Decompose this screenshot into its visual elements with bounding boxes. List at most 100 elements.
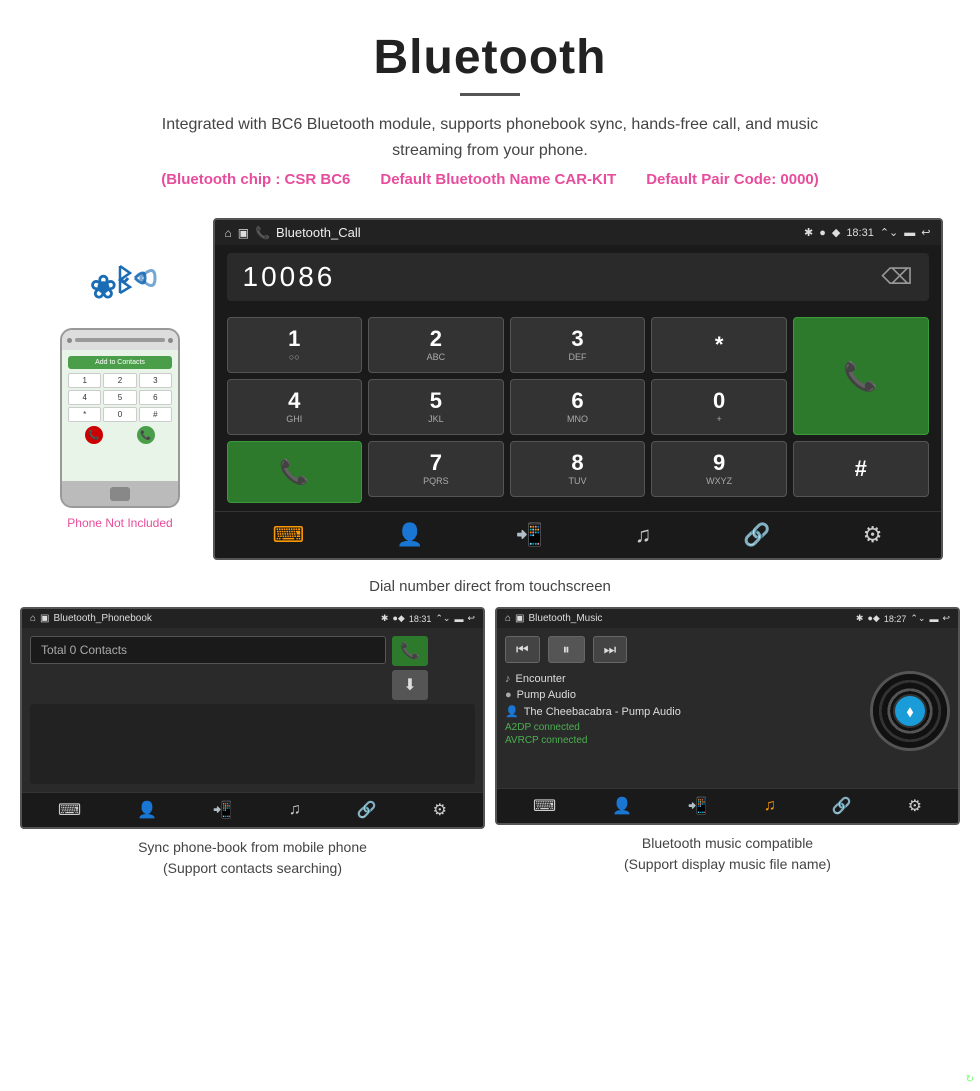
link-icon[interactable]: 🔗 (743, 522, 770, 548)
call-transfer-icon[interactable]: 📲 (516, 522, 543, 548)
pb-app-name: Bluetooth_Phonebook (54, 613, 152, 624)
key-2[interactable]: 2ABC (368, 317, 504, 373)
phone-key-1: 1 (68, 373, 101, 388)
pb-menu: ▬ (454, 614, 463, 624)
pb-signal: ●◆ (392, 613, 404, 624)
mu-app-name: Bluetooth_Music (529, 613, 603, 624)
mu-status-right: ✱ ●◆ 18:27 ⌃⌄ ▬ ↩ (856, 613, 950, 624)
back-icon: ↩ (921, 226, 930, 239)
mu-call-transfer-icon[interactable]: 📲 (688, 796, 708, 816)
key-1[interactable]: 1○○ (227, 317, 363, 373)
mu-contacts-icon[interactable]: 👤 (612, 796, 632, 816)
dial-number: 10086 (243, 261, 336, 293)
pb-music-icon[interactable]: ♫ (289, 801, 301, 819)
music-bottom-bar: ⌨ 👤 📲 ♫ 🔗 ⚙ (497, 788, 958, 823)
key-9[interactable]: 9WXYZ (651, 441, 787, 497)
key-star[interactable]: * (651, 317, 787, 373)
music-icon[interactable]: ♫ (635, 522, 652, 548)
pb-settings-icon[interactable]: ⚙ (433, 800, 447, 820)
call-button[interactable]: 📞 (793, 317, 929, 435)
mu-window-icon: ▣ (515, 613, 524, 624)
album-art: ⬧ (870, 671, 950, 751)
mu-link-icon[interactable]: 🔗 (832, 796, 852, 816)
music-caption: Bluetooth music compatible (Support disp… (624, 833, 831, 875)
phonebook-screen: ⌂ ▣ Bluetooth_Phonebook ✱ ●◆ 18:31 ⌃⌄ ▬ … (20, 607, 485, 829)
contacts-icon[interactable]: 👤 (396, 522, 423, 548)
album-bt-icon: ⬧ (895, 696, 925, 726)
track-dot-icon: ● (505, 689, 512, 701)
phone-home-button (110, 487, 130, 501)
key-7[interactable]: 7PQRS (368, 441, 504, 497)
pb-download-button[interactable]: ⬇ (392, 670, 428, 700)
phone-key-3: 3 (139, 373, 172, 388)
phone-bottom-bar (62, 481, 178, 506)
pb-back: ↩ (467, 613, 475, 624)
mu-keypad-icon[interactable]: ⌨ (533, 796, 556, 816)
signal-waves-svg (100, 248, 160, 308)
pb-keypad-icon[interactable]: ⌨ (58, 800, 81, 820)
track-2-label: Pump Audio (517, 689, 576, 701)
backspace-button[interactable]: ⌫ (881, 264, 912, 290)
mu-status-left: ⌂ ▣ Bluetooth_Music (505, 613, 602, 624)
key-3[interactable]: 3DEF (510, 317, 646, 373)
pb-status-left: ⌂ ▣ Bluetooth_Phonebook (30, 613, 152, 624)
mu-music-icon[interactable]: ♫ (764, 797, 776, 815)
key-8[interactable]: 8TUV (510, 441, 646, 497)
keypad-grid: 1○○ 2ABC 3DEF * 📞 4GHI 5JKL 6MNO 0+ 📞 ↻ … (215, 309, 941, 511)
keypad-icon[interactable]: ⌨ (272, 522, 304, 548)
music-pause-button[interactable]: ⏸ (548, 636, 585, 663)
key-6[interactable]: 6MNO (510, 379, 646, 435)
main-section: ❀ Add to Contacts 1 2 (0, 208, 980, 570)
phone-key-star: * (68, 407, 101, 422)
track-3-label: The Cheebacabra - Pump Audio (524, 706, 681, 718)
pb-call-transfer-icon[interactable]: 📲 (213, 800, 233, 820)
contact-search-field[interactable]: Total 0 Contacts (30, 636, 386, 664)
signal-dot2: ◆ (832, 226, 840, 239)
avrcp-status: AVRCP connected (505, 735, 862, 746)
music-content: ⏮ ⏸ ⏭ ♪ Encounter ● Pump Audio (497, 628, 958, 788)
pb-time: 18:31 (409, 614, 432, 624)
signal-dot: ● (819, 227, 826, 239)
spec-name: Default Bluetooth Name CAR-KIT (380, 171, 616, 188)
mu-expand: ⌃⌄ (910, 613, 925, 624)
pb-expand: ⌃⌄ (435, 613, 450, 624)
spec-code: Default Pair Code: 0000) (646, 171, 819, 188)
mu-back: ↩ (942, 613, 950, 624)
track-user-icon: 👤 (505, 705, 519, 718)
key-hash[interactable]: # (793, 441, 929, 497)
music-prev-button[interactable]: ⏮ (505, 636, 540, 663)
music-track-area: ♪ Encounter ● Pump Audio 👤 The Cheebacab… (505, 671, 950, 751)
phone-screen: Add to Contacts 1 2 3 4 5 6 * 0 # 📞 📞 (62, 350, 178, 481)
phonebook-wrap: ⌂ ▣ Bluetooth_Phonebook ✱ ●◆ 18:31 ⌃⌄ ▬ … (20, 607, 485, 879)
pb-contacts-icon[interactable]: 👤 (137, 800, 157, 820)
phone-image: Add to Contacts 1 2 3 4 5 6 * 0 # 📞 📞 (60, 328, 180, 508)
dial-bottom-bar: ⌨ 👤 📲 ♫ 🔗 ⚙ (215, 511, 941, 558)
phone-not-included-label: Phone Not Included (67, 516, 172, 530)
a2dp-status: A2DP connected (505, 722, 862, 733)
mu-home-icon: ⌂ (505, 613, 511, 624)
phone-call-btn: 📞 (137, 426, 155, 444)
phone-key-4: 4 (68, 390, 101, 405)
phone-side: ❀ Add to Contacts 1 2 (38, 218, 203, 530)
phone-add-contact: Add to Contacts (68, 356, 172, 369)
key-4[interactable]: 4GHI (227, 379, 363, 435)
page-description: Integrated with BC6 Bluetooth module, su… (140, 112, 840, 163)
recall-button[interactable]: 📞 ↻ (227, 441, 363, 503)
pb-action-buttons: 📞 ⬇ (392, 636, 428, 700)
mu-time: 18:27 (884, 614, 907, 624)
mu-settings-icon[interactable]: ⚙ (908, 796, 922, 816)
pb-link-icon[interactable]: 🔗 (357, 800, 377, 820)
key-0[interactable]: 0+ (651, 379, 787, 435)
track-list: ♪ Encounter ● Pump Audio 👤 The Cheebacab… (505, 671, 862, 751)
music-status-bar: ⌂ ▣ Bluetooth_Music ✱ ●◆ 18:27 ⌃⌄ ▬ ↩ (497, 609, 958, 628)
pb-call-button[interactable]: 📞 (392, 636, 428, 666)
dial-status-bar: ⌂ ▣ 📞 Bluetooth_Call ✱ ● ◆ 18:31 ⌃⌄ ▬ ↩ (215, 220, 941, 245)
phone-dot (67, 338, 72, 343)
settings-icon[interactable]: ⚙ (863, 522, 883, 548)
track-note-icon: ♪ (505, 673, 511, 685)
phone-keypad: 1 2 3 4 5 6 * 0 # (68, 373, 172, 422)
music-next-button[interactable]: ⏭ (593, 636, 628, 663)
page-title: Bluetooth (40, 30, 940, 85)
dial-screen: ⌂ ▣ 📞 Bluetooth_Call ✱ ● ◆ 18:31 ⌃⌄ ▬ ↩ … (213, 218, 943, 560)
key-5[interactable]: 5JKL (368, 379, 504, 435)
